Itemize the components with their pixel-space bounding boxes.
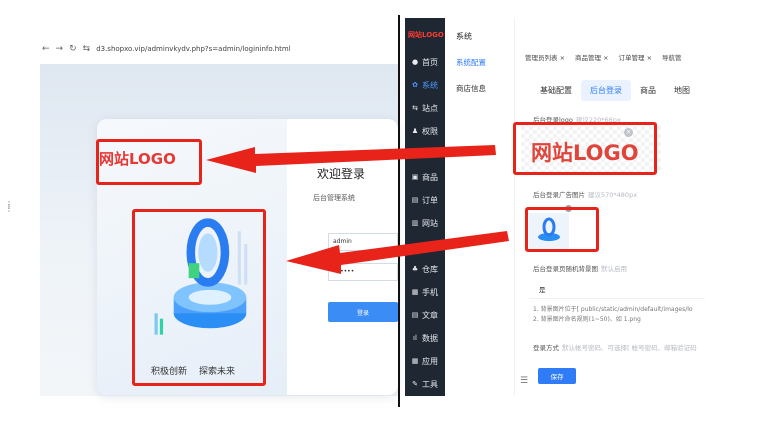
- bg-field-label: 后台登录页随机背景图 默认启用: [533, 263, 627, 273]
- back-icon[interactable]: ←: [42, 44, 50, 54]
- ad-hint: 建议570*480px: [588, 191, 638, 199]
- sidebar-item-label: 首页: [422, 57, 438, 67]
- sidebar-item-site[interactable]: ⇆ 站点: [405, 97, 445, 119]
- browser-address-bar[interactable]: ← → ↻ ⇆ d3.shopxo.vip/adminvkydv.php?s=a…: [40, 38, 398, 60]
- user-icon: ♟: [411, 127, 419, 135]
- goods-icon: ▣: [411, 173, 419, 181]
- sidebar-item-label: 文章: [422, 310, 438, 320]
- login-mode-text: 登录方式: [533, 344, 559, 352]
- bg-label-text: 后台登录页随机背景图: [533, 265, 598, 273]
- drag-handle-icon[interactable]: ⋮ ⋮: [5, 201, 13, 213]
- collapse-menu-icon[interactable]: ☰: [520, 376, 528, 386]
- page-tabs: 管理员列表 × 商品管理 × 订单管理 × 导航管: [515, 52, 705, 68]
- sidebar-item-label: 数据: [422, 333, 438, 343]
- web-icon: ▥: [411, 219, 419, 227]
- sidebar-item-users[interactable]: ♟ 用户: [405, 143, 445, 165]
- app-icon: ▦: [411, 357, 419, 365]
- callout-box-login-logo: [96, 139, 202, 185]
- warehouse-icon: ♣: [411, 265, 419, 273]
- sidebar-item-order[interactable]: ▤ 订单: [405, 189, 445, 211]
- subtab-basic[interactable]: 基础配置: [531, 80, 581, 101]
- main-sidebar: 网站LOGO ● 首页 ✿ 系统 ⇆ 站点 ♟ 权限 ♟ 用户 ▣ 商品 ▤ 订…: [405, 18, 445, 396]
- sidebar-item-goods[interactable]: ▣ 商品: [405, 166, 445, 188]
- sub-sidebar: 系统 系统配置 商店信息 ☰: [445, 18, 528, 396]
- username-input[interactable]: admin: [328, 233, 398, 251]
- sidebar-item-warehouse[interactable]: ♣ 仓库: [405, 258, 445, 280]
- callout-box-login-ad: [132, 209, 266, 386]
- tools-icon: ✎: [412, 380, 418, 388]
- article-icon: ▤: [411, 311, 419, 319]
- sidebar-item-data[interactable]: ıl 数据: [405, 327, 445, 349]
- sidebar-item-label: 网站: [422, 218, 438, 228]
- sidebar-item-tools[interactable]: ✎ 工具: [405, 373, 445, 395]
- subtab-map[interactable]: 地图: [665, 80, 699, 101]
- divider: [398, 15, 400, 407]
- site-info-icon[interactable]: ⇆: [83, 44, 91, 54]
- sidebar-item-web[interactable]: ▥ 网站: [405, 212, 445, 234]
- sidebar-item-home[interactable]: ● 首页: [405, 51, 445, 73]
- sidebar-item-app[interactable]: ▦ 应用: [405, 350, 445, 372]
- url-text[interactable]: d3.shopxo.vip/adminvkydv.php?s=admin/log…: [96, 45, 291, 53]
- sidebar-item-label: 权限: [422, 126, 438, 136]
- sidebar-item-label: 工具: [422, 379, 438, 389]
- settings-icon: ✿: [412, 81, 418, 89]
- sidebar-item-label: 手机: [422, 287, 438, 297]
- tab-goods[interactable]: 商品管理 ×: [575, 52, 609, 68]
- ad-field-label: 后台登录广告图片 建议570*480px: [533, 189, 637, 199]
- subnav-item-store-info[interactable]: 商店信息: [456, 83, 486, 94]
- brand-icon: ◆: [412, 242, 418, 250]
- sidebar-item-user[interactable]: ♟ 权限: [405, 120, 445, 142]
- save-button[interactable]: 保存: [538, 368, 576, 384]
- sidebar-item-mobile[interactable]: ▦ 手机: [405, 281, 445, 303]
- bg-note-1: 1. 背景图片位于[ public/static/admin/default/i…: [533, 306, 693, 313]
- sidebar-item-label: 站点: [422, 103, 438, 113]
- sidebar-item-label: 系统: [422, 80, 438, 90]
- sidebar-item-label: 商品: [422, 172, 438, 182]
- sidebar-item-settings[interactable]: ✿ 系统: [405, 74, 445, 96]
- config-subtabs: 基础配置 后台登录 商品 地图: [531, 80, 699, 101]
- callout-box-logo-setting: [513, 122, 657, 175]
- subtab-admin-login[interactable]: 后台登录: [581, 80, 631, 101]
- users-icon: ♟: [411, 150, 419, 158]
- ad-label-text: 后台登录广告图片: [533, 191, 585, 199]
- login-button[interactable]: 登录: [328, 302, 398, 322]
- sidebar-item-label: 订单: [422, 195, 438, 205]
- welcome-title: 欢迎登录: [317, 167, 366, 181]
- forward-icon[interactable]: →: [56, 44, 64, 54]
- sidebar-item-article[interactable]: ▤ 文章: [405, 304, 445, 326]
- mobile-icon: ▦: [411, 288, 419, 296]
- home-icon: ●: [411, 58, 419, 66]
- welcome-subtitle: 后台管理系统: [313, 194, 355, 202]
- site-icon: ⇆: [412, 104, 418, 112]
- bg-note-2: 2. 背景图片命名规则(1~50)、如 1.png: [533, 316, 641, 323]
- order-icon: ▤: [411, 196, 419, 204]
- tab-admin-list[interactable]: 管理员列表 ×: [525, 52, 565, 68]
- password-input[interactable]: ••••••: [328, 263, 398, 281]
- login-mode-hint: 默认帐号密码、可选择[ 帐号密码、邮箱验证码: [562, 344, 697, 352]
- subnav-header: 系统: [456, 32, 472, 41]
- separator: [529, 298, 705, 299]
- sidebar-brand: 网站LOGO: [408, 31, 444, 39]
- bg-option[interactable]: 是: [539, 284, 546, 294]
- sidebar-item-brand[interactable]: ◆ 品牌: [405, 235, 445, 257]
- sidebar-item-label: 用户: [422, 149, 438, 159]
- reload-icon[interactable]: ↻: [69, 44, 77, 54]
- data-icon: ıl: [413, 334, 417, 342]
- login-mode-label: 登录方式 默认帐号密码、可选择[ 帐号密码、邮箱验证码: [533, 342, 697, 352]
- sidebar-item-label: 仓库: [422, 264, 438, 274]
- subnav-item-system-config[interactable]: 系统配置: [456, 57, 486, 68]
- subtab-goods[interactable]: 商品: [631, 80, 665, 101]
- tab-nav[interactable]: 导航管: [662, 52, 682, 68]
- sidebar-item-label: 应用: [422, 356, 438, 366]
- tab-orders[interactable]: 订单管理 ×: [619, 52, 653, 68]
- sidebar-item-label: 品牌: [422, 241, 438, 251]
- callout-box-ad-setting: [525, 207, 599, 252]
- bg-hint: 默认启用: [601, 265, 627, 273]
